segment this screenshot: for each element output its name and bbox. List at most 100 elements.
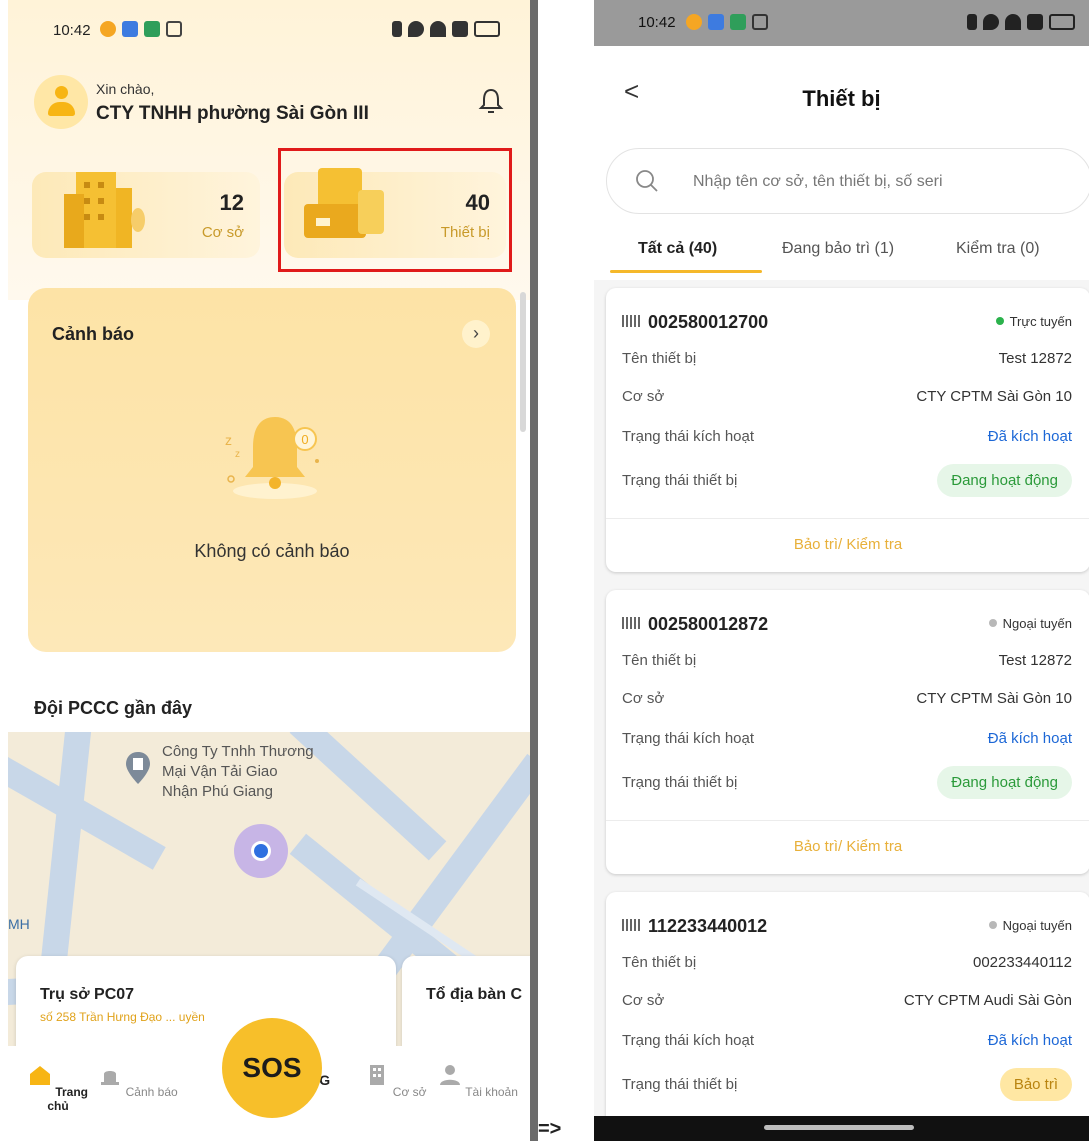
home-indicator[interactable] [764,1125,914,1130]
tab-inspection[interactable]: Kiểm tra (0) [956,240,1040,258]
barcode-icon [622,617,640,629]
connection-status: Ngoại tuyến [988,616,1072,631]
map-edge-label: MH [8,916,30,932]
page-title: Thiết bị [802,86,881,111]
location-icon [408,21,424,37]
nav-home[interactable]: Trang chủ [18,1064,98,1113]
search-input[interactable] [693,169,1073,195]
poi-building-icon[interactable] [124,750,152,786]
highlight-box [278,148,512,272]
nav-facility[interactable]: Cơ sở [356,1064,436,1099]
company-name: CTY TNHH phường Sài Gòn III [96,103,369,124]
nav-alert[interactable]: Cảnh báo [98,1064,178,1099]
notification-icons [100,21,182,37]
tab-maintenance[interactable]: Đang bảo trì (1) [782,240,894,258]
activation-row: Trạng thái kích hoạt Đã kích hoạt [622,730,1072,747]
gesture-bar [594,1116,1089,1141]
home-icon [29,1066,50,1085]
barcode-icon [622,315,640,327]
avatar[interactable] [34,75,88,129]
device-list: 002580012700 Trực tuyến Tên thiết bị Test… [594,280,1089,1116]
alert-card[interactable]: Cảnh báo › 0 z z Không có cảnh báo [28,288,516,652]
status-bar: 10:42 [8,0,530,60]
device-serial: 002580012872 [622,614,768,635]
bell-illustration-icon: 0 z z [225,417,319,499]
screen-divider [530,0,538,1141]
card-divider [606,820,1089,821]
map-place-label[interactable]: Công Ty Tnhh Thương Mại Vận Tải Giao Nhậ… [162,742,314,802]
signal-icon [452,21,468,37]
status-time: 10:42 [638,14,676,31]
device-state-row: Trạng thái thiết bị Đang hoạt động [622,766,1072,799]
status-badge: Đang hoạt động [937,464,1072,497]
device-state-row: Trạng thái thiết bị Đang hoạt động [622,464,1072,497]
search-icon [636,170,658,192]
app-notification-icon [730,14,746,30]
home-screen: 10:42 Xin chào, CTY TNHH phường Sài Gòn … [8,0,530,1136]
app-notification-icon [708,14,724,30]
notification-icons [686,14,768,30]
device-serial: 112233440012 [622,916,767,937]
activation-status-link[interactable]: Đã kích hoạt [988,1032,1072,1049]
fire-station-address: số 258 Trần Hưng Đạo ... uyền [40,1010,205,1024]
bell-icon[interactable] [478,87,504,115]
current-location-marker [234,824,288,878]
activation-status-link[interactable]: Đã kích hoạt [988,428,1072,445]
battery-icon [1049,14,1075,30]
status-badge: Bảo trì [999,1068,1072,1101]
maintenance-button[interactable]: Bảo trì/ Kiểm tra [606,536,1089,553]
device-name-row: Tên thiết bị 002233440112 [622,954,1072,971]
maintenance-button[interactable]: Bảo trì/ Kiểm tra [606,838,1089,855]
system-icons [967,14,1075,30]
device-card[interactable]: 002580012700 Trực tuyến Tên thiết bị Test… [606,288,1089,572]
active-tab-indicator [610,270,762,273]
svg-text:z: z [225,432,232,448]
transition-arrow: => [538,1118,562,1140]
greeting-header: Xin chào, CTY TNHH phường Sài Gòn III [34,75,504,135]
activation-status-link[interactable]: Đã kích hoạt [988,730,1072,747]
building-icon [64,172,145,248]
scrollbar[interactable] [520,292,526,432]
mail-icon [752,14,768,30]
svg-text:z: z [235,449,240,460]
vibrate-icon [392,21,402,37]
building-icon [370,1065,385,1085]
device-list-screen: 10:42 < Thiết bị Tất cả (40) Đang bảo tr… [594,0,1089,1116]
alert-title: Cảnh báo [52,324,135,344]
device-card[interactable]: 002580012872 Ngoại tuyến Tên thiết bị Tes… [606,590,1089,874]
search-bar[interactable] [606,148,1089,214]
user-icon [55,86,68,99]
offline-dot-icon [988,619,997,627]
facility-stat-card[interactable]: 12 Cơ sở [32,172,260,258]
facility-row: Cơ sở CTY CPTM Sài Gòn 10 [622,388,1072,405]
chevron-right-icon[interactable]: › [462,320,490,348]
offline-dot-icon [988,921,997,929]
app-notification-icon [144,21,160,37]
tab-all[interactable]: Tất cả (40) [638,240,717,258]
location-icon [983,14,999,30]
siren-icon [101,1071,120,1085]
card-divider [606,518,1089,519]
facility-row: Cơ sở CTY CPTM Audi Sài Gòn [622,992,1072,1009]
facility-label: Cơ sở [201,224,244,241]
sos-button[interactable]: SOS [222,1018,322,1118]
device-name-row: Tên thiết bị Test 12872 [622,350,1072,367]
app-notification-icon [122,21,138,37]
device-name-row: Tên thiết bị Test 12872 [622,652,1072,669]
status-bar: 10:42 [594,0,1089,46]
battery-icon [474,21,500,37]
tab-bar: Tất cả (40) Đang bảo trì (1) Kiểm tra (0… [594,232,1089,276]
device-card[interactable]: 112233440012 Ngoại tuyến Tên thiết bị 002… [606,892,1089,1116]
user-icon [440,1065,461,1085]
device-serial: 002580012700 [622,312,768,333]
activation-row: Trạng thái kích hoạt Đã kích hoạt [622,428,1072,445]
bell-badge: 0 [301,432,308,447]
nav-account[interactable]: Tài khoản [438,1064,518,1099]
status-badge: Đang hoạt động [937,766,1072,799]
activation-row: Trạng thái kích hoạt Đã kích hoạt [622,1032,1072,1049]
connection-status: Trực tuyến [995,314,1072,329]
mail-icon [166,21,182,37]
barcode-icon [622,919,640,931]
alert-empty-text: Không có cảnh báo [194,541,350,561]
signal-icon [1027,14,1043,30]
